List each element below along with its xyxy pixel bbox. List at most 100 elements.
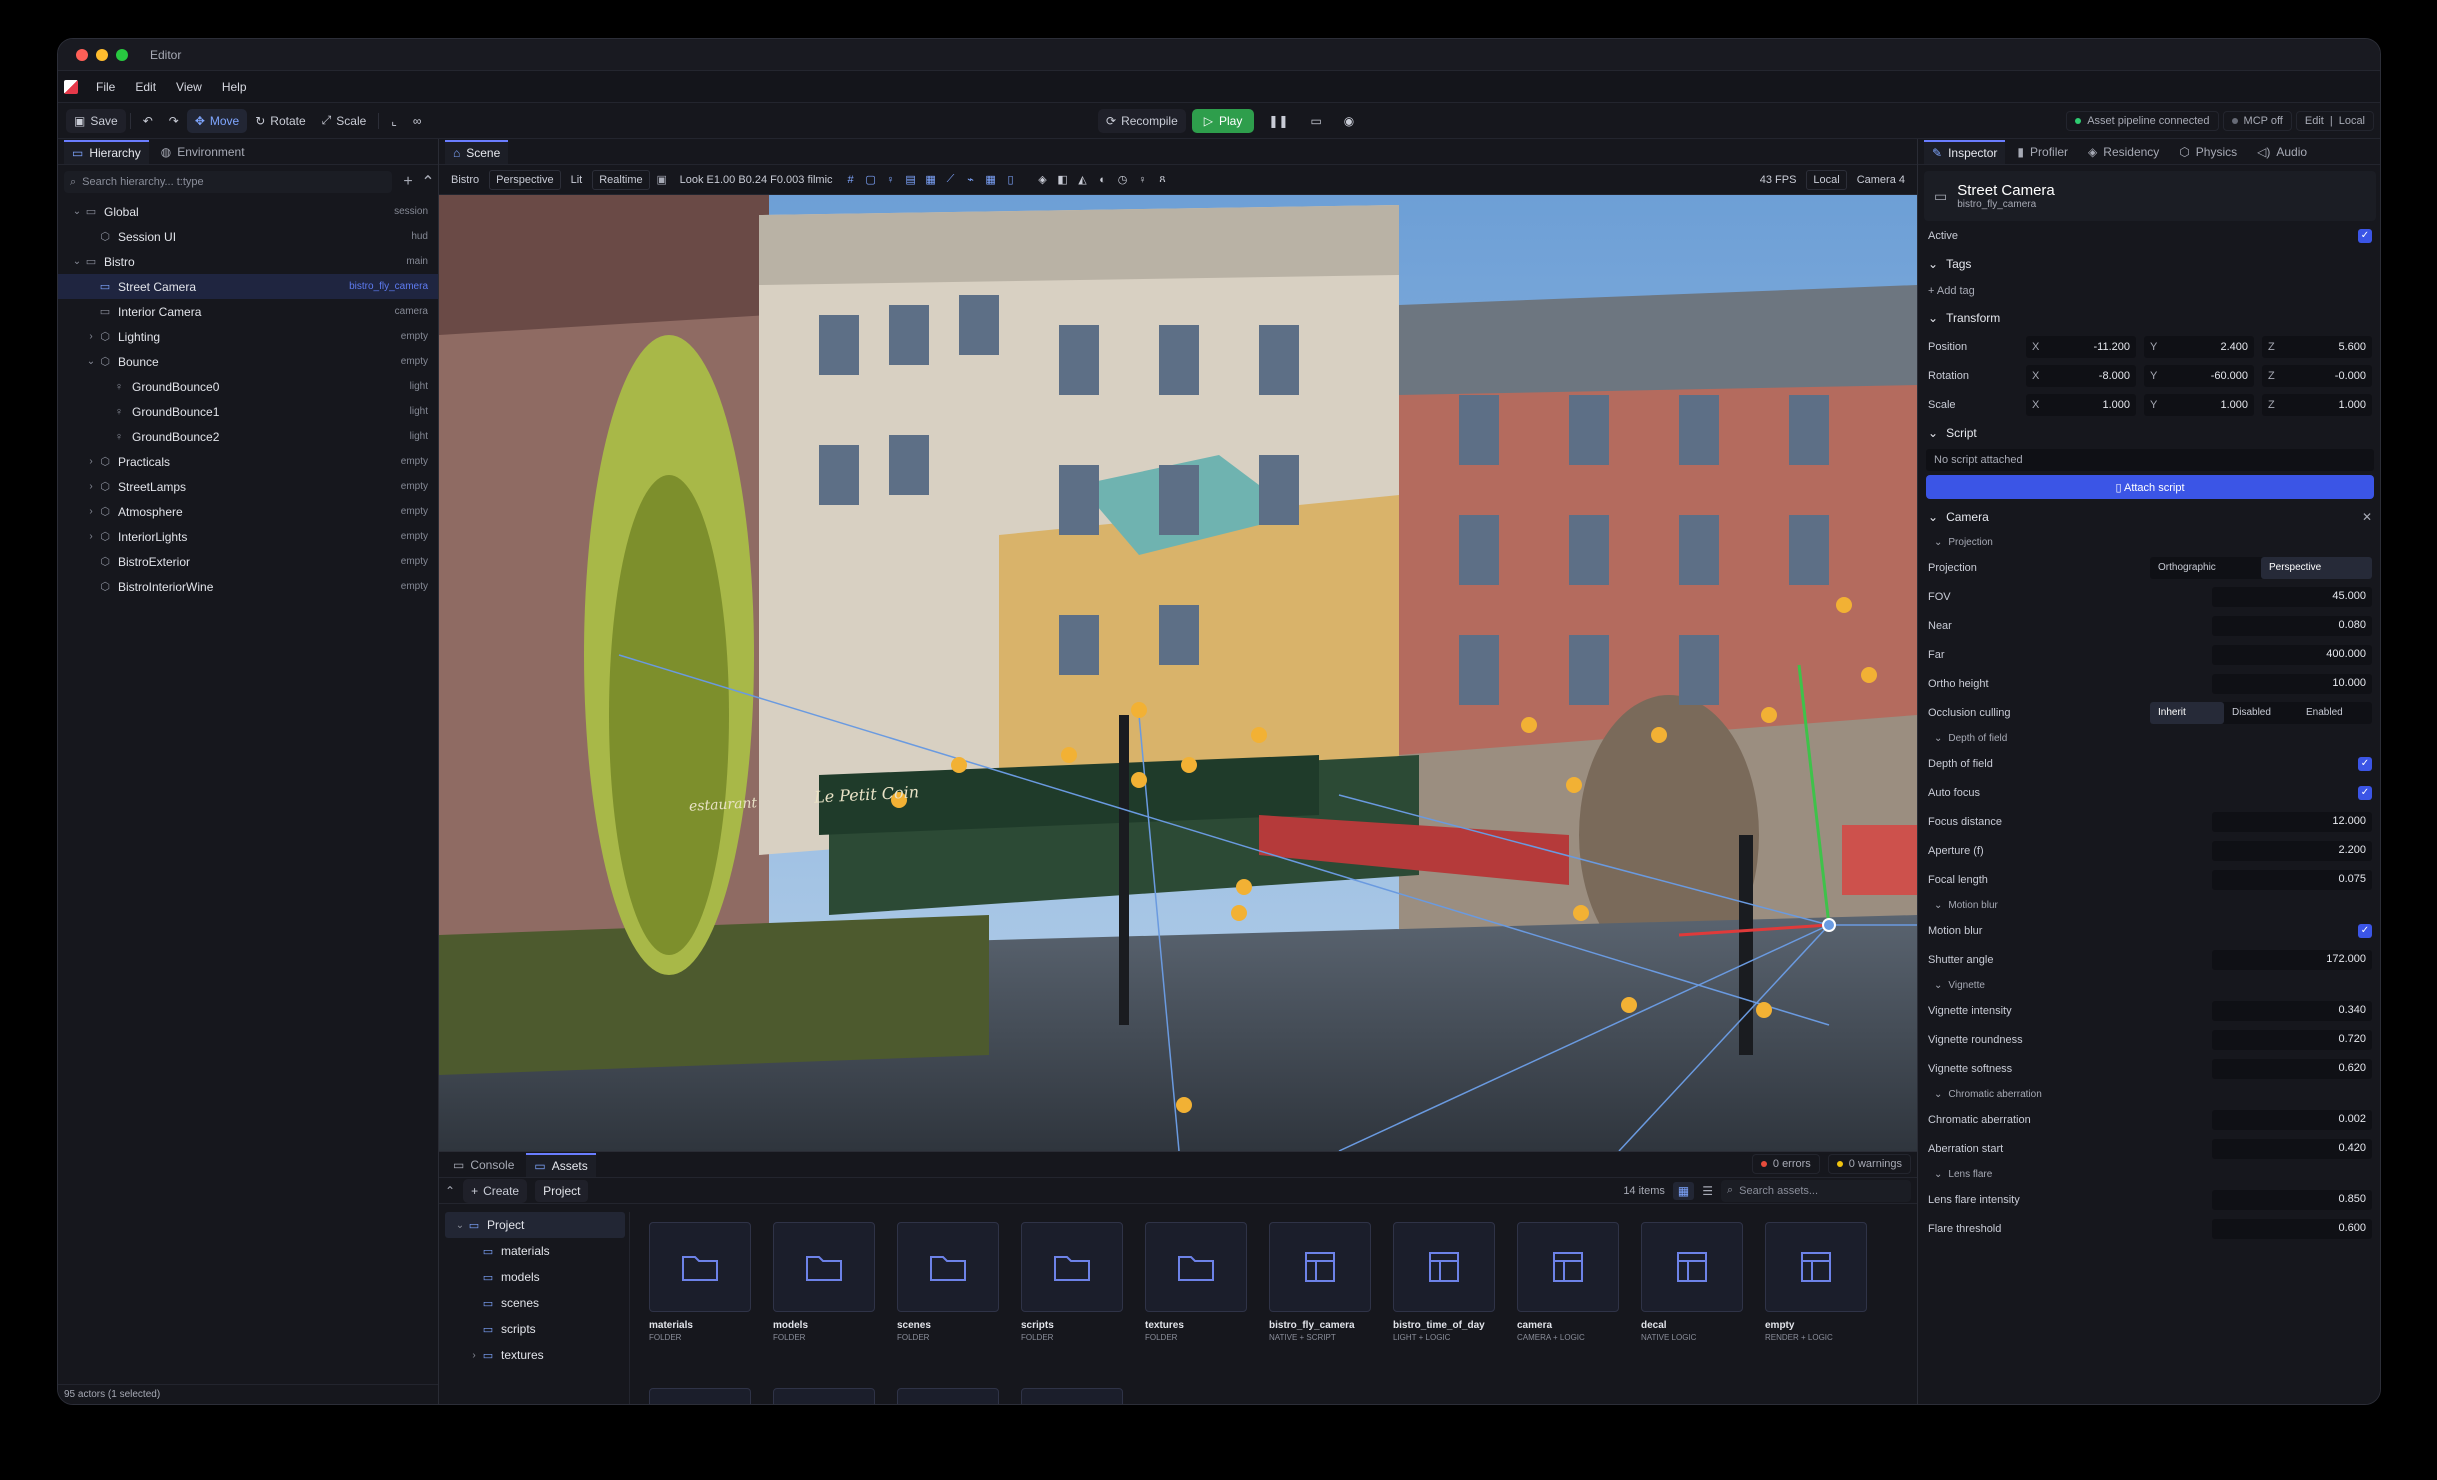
aperture-field[interactable]: 2.200	[2212, 840, 2372, 861]
active-checkbox[interactable]: ✓	[2358, 228, 2372, 243]
lens-flare-intensity-field[interactable]: 0.850	[2212, 1189, 2372, 1210]
rotation-y-field[interactable]: Y -60.000	[2144, 364, 2254, 387]
asset-tile[interactable]	[1641, 1222, 1743, 1312]
tab-physics[interactable]: ⬡ Physics	[2171, 140, 2245, 164]
tree-item-bistroexterior[interactable]: ⬡ BistroExterior empty	[58, 549, 438, 574]
asset-card[interactable]: textures FOLDER	[1145, 1222, 1247, 1342]
layers-icon[interactable]: ◈	[1035, 172, 1051, 188]
rotation-x-field[interactable]: X -8.000	[2026, 364, 2136, 387]
pause-button[interactable]: ❚❚	[1260, 109, 1296, 133]
menu-edit[interactable]: Edit	[135, 80, 156, 94]
tab-environment[interactable]: ◍ Environment	[153, 140, 253, 164]
vignette-softness-field[interactable]: 0.620	[2212, 1058, 2372, 1079]
tab-console[interactable]: ▭ Console	[445, 1153, 522, 1177]
mode-toggle[interactable]: Edit | Local	[2295, 110, 2374, 131]
asset-card[interactable]: empty RENDER + LOGIC	[1765, 1222, 1867, 1342]
shading-selector[interactable]: Lit	[565, 170, 589, 190]
asset-tile[interactable]	[1269, 1222, 1371, 1312]
asset-tile[interactable]	[897, 1388, 999, 1404]
collapse-all-button[interactable]: ⌃	[418, 172, 438, 192]
path-icon[interactable]: ⟋	[943, 172, 959, 188]
menu-help[interactable]: Help	[222, 80, 247, 94]
dof-group-header[interactable]: ⌄ Depth of field	[1918, 727, 2380, 749]
chevron-down-icon[interactable]: ⌄	[84, 356, 98, 367]
close-window-button[interactable]	[76, 48, 88, 61]
rotation-z-field[interactable]: Z -0.000	[2262, 364, 2372, 387]
projection-selector[interactable]: Perspective	[489, 169, 561, 190]
scale-tool-button[interactable]: ⤢ Scale	[314, 109, 375, 133]
play-button[interactable]: ▷ Play	[1191, 108, 1255, 133]
hierarchy-search[interactable]: ⌕ Search hierarchy... t:type	[64, 171, 392, 193]
warnings-badge[interactable]: 0 warnings	[1827, 1154, 1911, 1174]
asset-card[interactable]: bistro_fly_camera NATIVE + SCRIPT	[1269, 1222, 1371, 1342]
asset-card[interactable]: camera CAMERA + LOGIC	[1517, 1222, 1619, 1342]
broadcast-button[interactable]: ◉	[1336, 109, 1362, 133]
tree-item-streetlamps[interactable]: › ⬡ StreetLamps empty	[58, 474, 438, 499]
tree-item-street-camera[interactable]: ▭ Street Camera bistro_fly_camera	[58, 274, 438, 299]
asset-tile[interactable]	[1517, 1222, 1619, 1312]
tree-item-interiorlights[interactable]: › ⬡ InteriorLights empty	[58, 524, 438, 549]
bucket-icon[interactable]: ◭	[1075, 172, 1091, 188]
tags-section-header[interactable]: ⌄ Tags	[1918, 250, 2380, 278]
tab-residency[interactable]: ◈ Residency	[2080, 140, 2167, 164]
chromatic-group-header[interactable]: ⌄ Chromatic aberration	[1918, 1083, 2380, 1105]
tree-item-interior-camera[interactable]: ▭ Interior Camera camera	[58, 299, 438, 324]
asset-card[interactable]: materials FOLDER	[649, 1222, 751, 1342]
vignette-intensity-field[interactable]: 0.340	[2212, 1000, 2372, 1021]
mesh-icon[interactable]: ▤	[903, 172, 919, 188]
camera-section-header[interactable]: ⌄ Camera ✕	[1918, 503, 2380, 531]
link-toggle[interactable]: ∞	[405, 109, 430, 133]
scene-viewport[interactable]: Le Petit Coin estaurant	[439, 195, 1917, 1151]
actor-name[interactable]: Street Camera	[1957, 182, 2055, 199]
maximize-window-button[interactable]	[116, 48, 128, 61]
projection-group-header[interactable]: ⌄ Projection	[1918, 531, 2380, 553]
asset-tile[interactable]	[1393, 1222, 1495, 1312]
inherit-option[interactable]: Inherit	[2150, 701, 2224, 724]
snap-toggle[interactable]: ⌞	[383, 109, 405, 133]
dof-checkbox[interactable]: ✓	[2358, 756, 2372, 771]
asset-tile[interactable]	[1021, 1222, 1123, 1312]
tree-item-groundbounce0[interactable]: ♀ GroundBounce0 light	[58, 374, 438, 399]
film-icon[interactable]: ▣	[654, 172, 670, 188]
asset-card[interactable]: scripts FOLDER	[1021, 1222, 1123, 1342]
project-tree-item[interactable]: ▭ scenes	[445, 1290, 625, 1316]
script-section-header[interactable]: ⌄ Script	[1918, 419, 2380, 447]
perspective-option[interactable]: Perspective	[2261, 556, 2372, 579]
up-arrow-icon[interactable]: ⌃	[445, 1184, 455, 1198]
tab-inspector[interactable]: ✎ Inspector	[1924, 140, 2006, 164]
near-field[interactable]: 0.080	[2212, 615, 2372, 636]
remove-component-icon[interactable]: ✕	[2362, 510, 2372, 524]
chevron-right-icon[interactable]: ›	[84, 531, 98, 542]
position-y-field[interactable]: Y 2.400	[2144, 335, 2254, 358]
asset-card[interactable]: decal NATIVE LOGIC	[1641, 1222, 1743, 1342]
aberration-start-field[interactable]: 0.420	[2212, 1138, 2372, 1159]
asset-tile[interactable]	[1145, 1222, 1247, 1312]
scale-z-field[interactable]: Z 1.000	[2262, 393, 2372, 416]
ortho-height-field[interactable]: 10.000	[2212, 673, 2372, 694]
enabled-option[interactable]: Enabled	[2298, 702, 2372, 724]
ray-icon[interactable]: ⌁	[963, 172, 979, 188]
rotate-tool-button[interactable]: ↻ Rotate	[247, 109, 313, 133]
asset-card[interactable]: bistro_time_of_day LIGHT + LOGIC	[1393, 1222, 1495, 1342]
autofocus-checkbox[interactable]: ✓	[2358, 785, 2372, 800]
grid-view-icon[interactable]: ▦	[1672, 1181, 1695, 1200]
add-tag-button[interactable]: + Add tag	[1918, 278, 2380, 304]
mcp-status[interactable]: MCP off	[2222, 110, 2292, 131]
chevron-down-icon[interactable]: ⌄	[70, 256, 84, 267]
light-gizmo-icon[interactable]: ♀	[883, 172, 899, 188]
cells-icon[interactable]: ▦	[983, 172, 999, 188]
space-selector[interactable]: Local	[1806, 169, 1847, 190]
render-mode-selector[interactable]: Realtime	[592, 169, 650, 190]
volume-icon[interactable]: ▯	[1003, 172, 1019, 188]
asset-tile[interactable]	[1765, 1222, 1867, 1312]
asset-tile[interactable]	[1021, 1388, 1123, 1404]
split-view-icon[interactable]: ◧	[1055, 172, 1071, 188]
camera-selector[interactable]: Camera 4	[1851, 170, 1911, 190]
tree-item-bistro[interactable]: ⌄ ▭ Bistro main	[58, 249, 438, 274]
tab-audio[interactable]: ◁) Audio	[2249, 140, 2315, 164]
scale-x-field[interactable]: X 1.000	[2026, 393, 2136, 416]
tree-item-groundbounce2[interactable]: ♀ GroundBounce2 light	[58, 424, 438, 449]
chevron-down-icon[interactable]: ⌄	[70, 206, 84, 217]
move-tool-button[interactable]: ✥ Move	[186, 108, 248, 133]
step-button[interactable]: ▭	[1302, 109, 1329, 133]
